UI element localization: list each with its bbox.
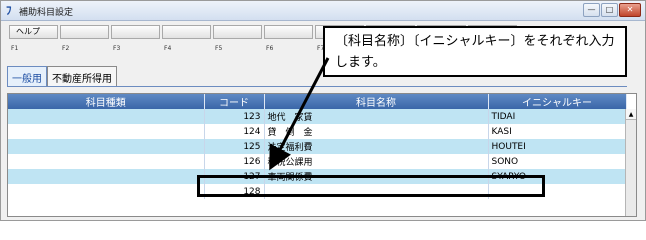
pointer-arrow-icon <box>269 57 330 171</box>
